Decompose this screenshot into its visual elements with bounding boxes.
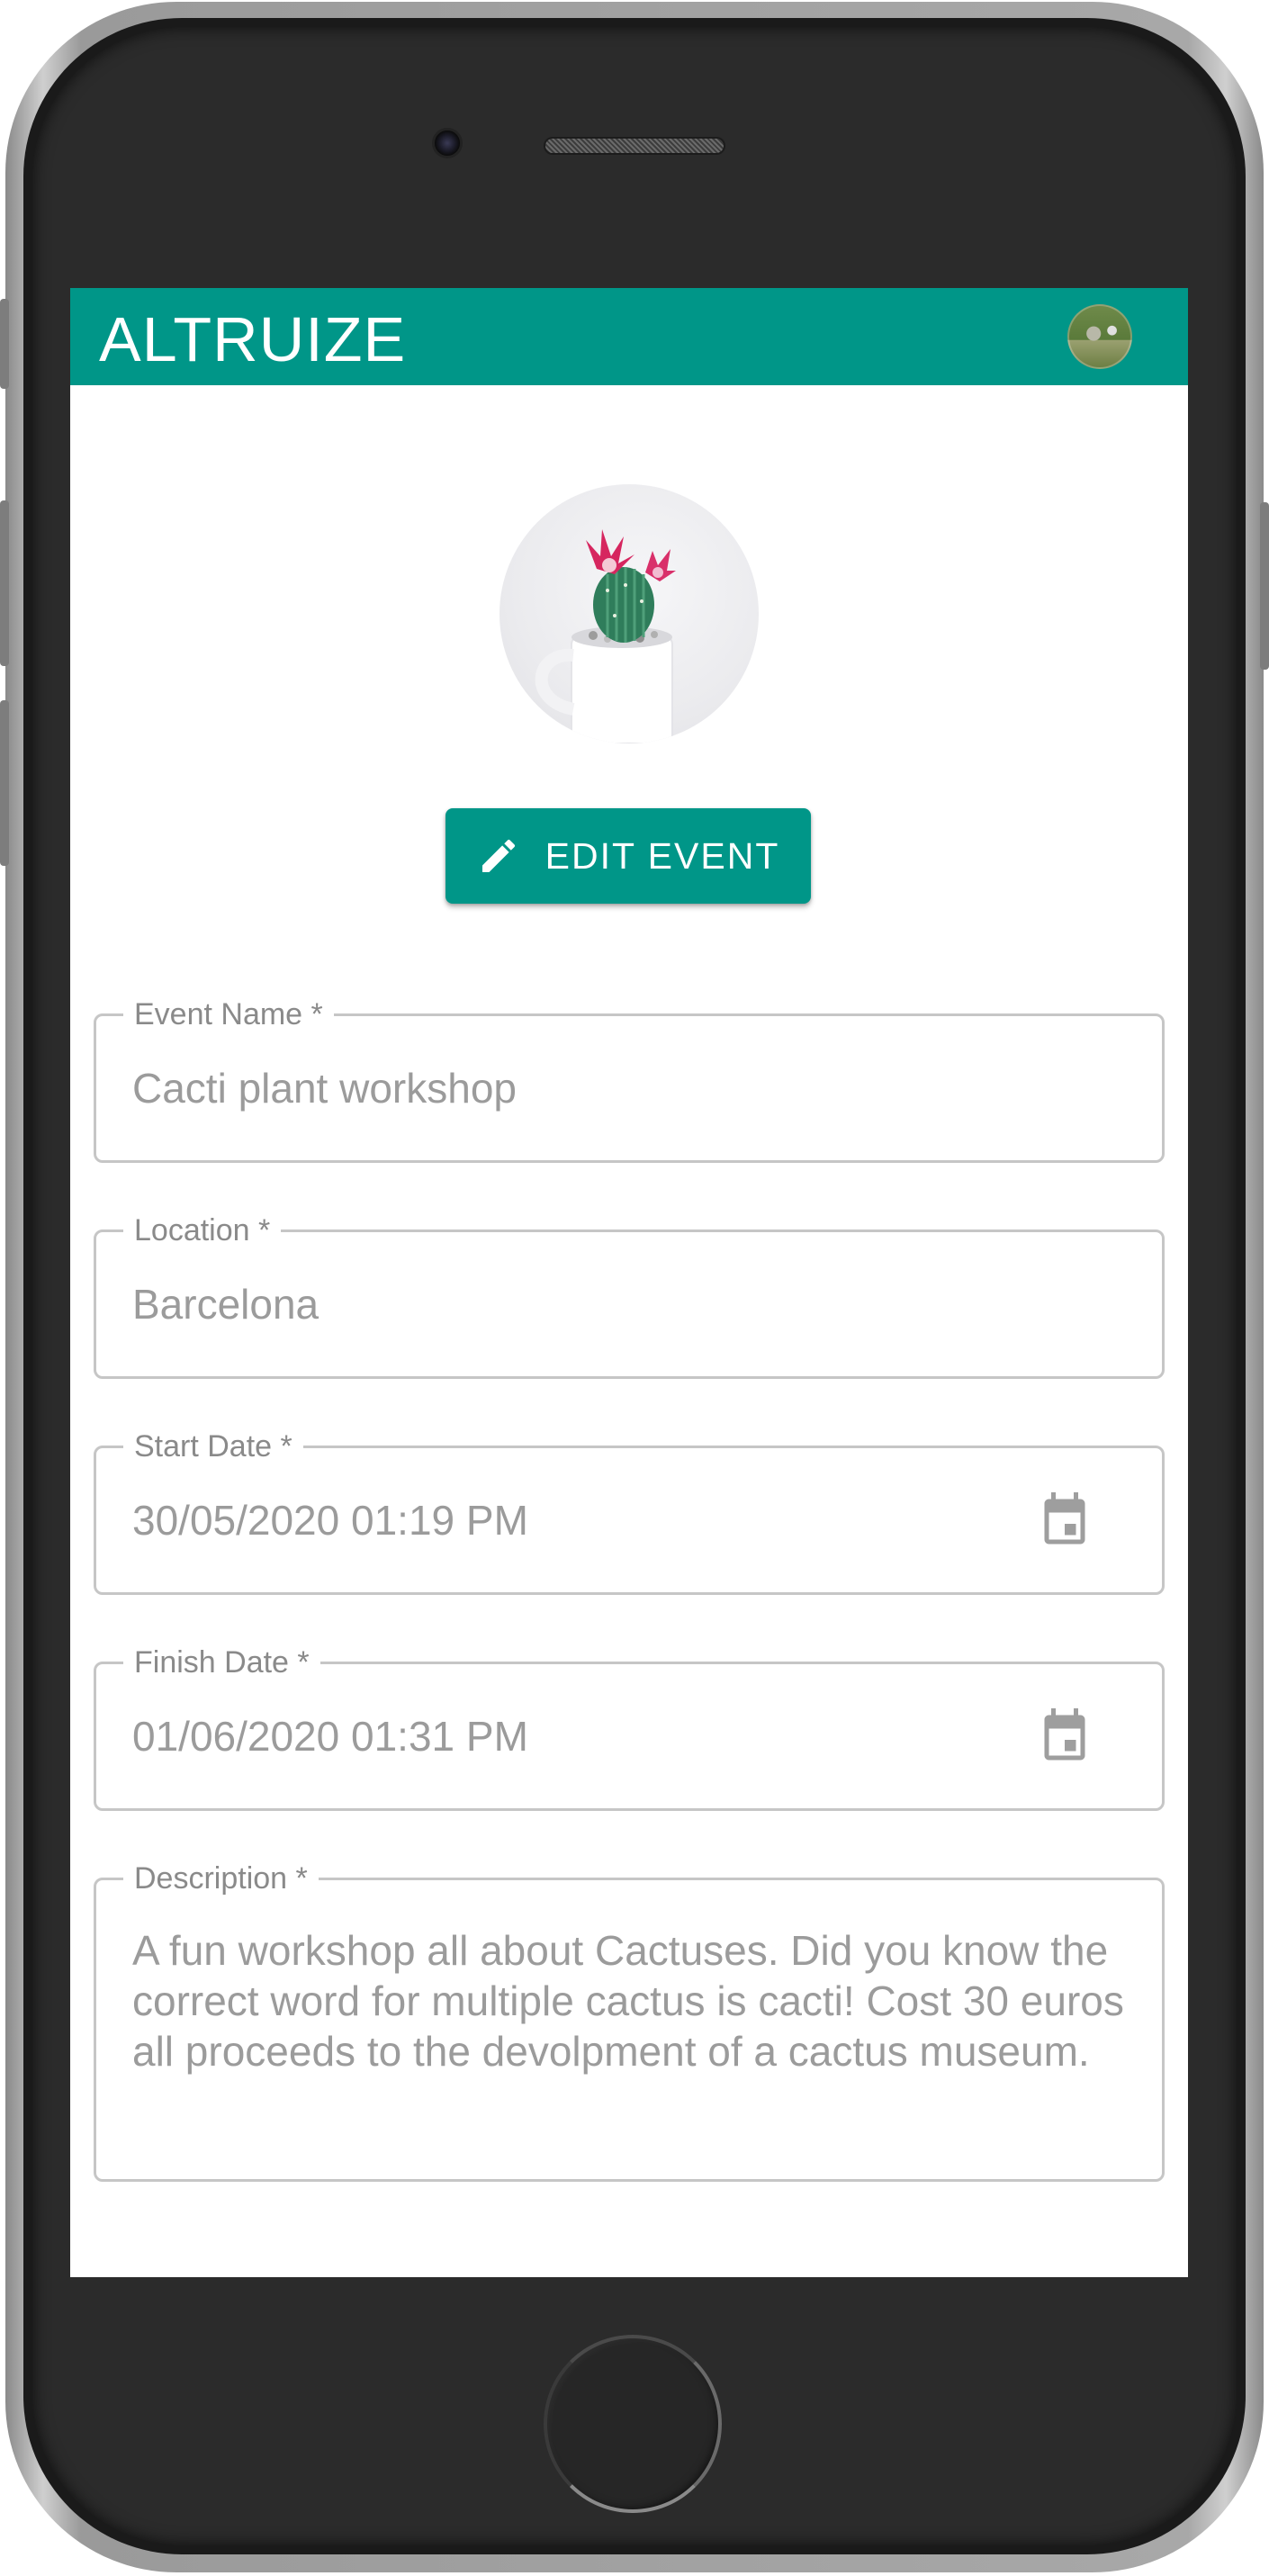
- front-camera: [432, 128, 463, 158]
- cactus-photo: [500, 484, 759, 743]
- earpiece-speaker: [544, 137, 725, 155]
- home-button-ring-highlight: [544, 2335, 722, 2513]
- finish-date-field[interactable]: Finish Date * 01/06/2020 01:31 PM: [94, 1644, 1165, 1811]
- description-field[interactable]: Description * A fun workshop all about C…: [94, 1860, 1165, 2182]
- location-field[interactable]: Location * Barcelona: [94, 1212, 1165, 1379]
- pencil-icon: [482, 839, 515, 872]
- user-avatar-icon[interactable]: [1067, 304, 1132, 369]
- edit-event-button[interactable]: EDIT EVENT: [446, 808, 811, 904]
- app-title: ALTRUIZE: [99, 304, 407, 374]
- app-screen: ALTRUIZE EDIT EVENT Event Name * Cacti p…: [70, 288, 1188, 2277]
- event-name-field[interactable]: Event Name * Cacti plant workshop: [94, 996, 1165, 1163]
- finish-date-label: Finish Date *: [123, 1644, 320, 1680]
- app-bar: ALTRUIZE: [70, 288, 1188, 385]
- calendar-icon[interactable]: [1038, 1706, 1092, 1765]
- cactus-illustration: [535, 529, 676, 743]
- volume-down-button: [0, 700, 9, 866]
- edit-event-label: EDIT EVENT: [544, 834, 780, 877]
- volume-up-button: [0, 500, 9, 666]
- start-date-value: 30/05/2020 01:19 PM: [132, 1497, 528, 1544]
- power-button: [1260, 502, 1269, 670]
- event-name-value: Cacti plant workshop: [132, 1065, 517, 1112]
- home-button[interactable]: [544, 2335, 722, 2513]
- calendar-icon[interactable]: [1038, 1490, 1092, 1549]
- location-label: Location *: [123, 1212, 282, 1248]
- finish-date-value: 01/06/2020 01:31 PM: [132, 1713, 528, 1760]
- location-value: Barcelona: [132, 1281, 320, 1328]
- description-label: Description *: [123, 1860, 319, 1896]
- start-date-label: Start Date *: [123, 1428, 303, 1464]
- description-value: A fun workshop all about Cactuses. Did y…: [132, 1927, 1124, 2075]
- event-name-label: Event Name *: [123, 996, 334, 1032]
- mute-switch: [0, 299, 9, 389]
- start-date-field[interactable]: Start Date * 30/05/2020 01:19 PM: [94, 1428, 1165, 1595]
